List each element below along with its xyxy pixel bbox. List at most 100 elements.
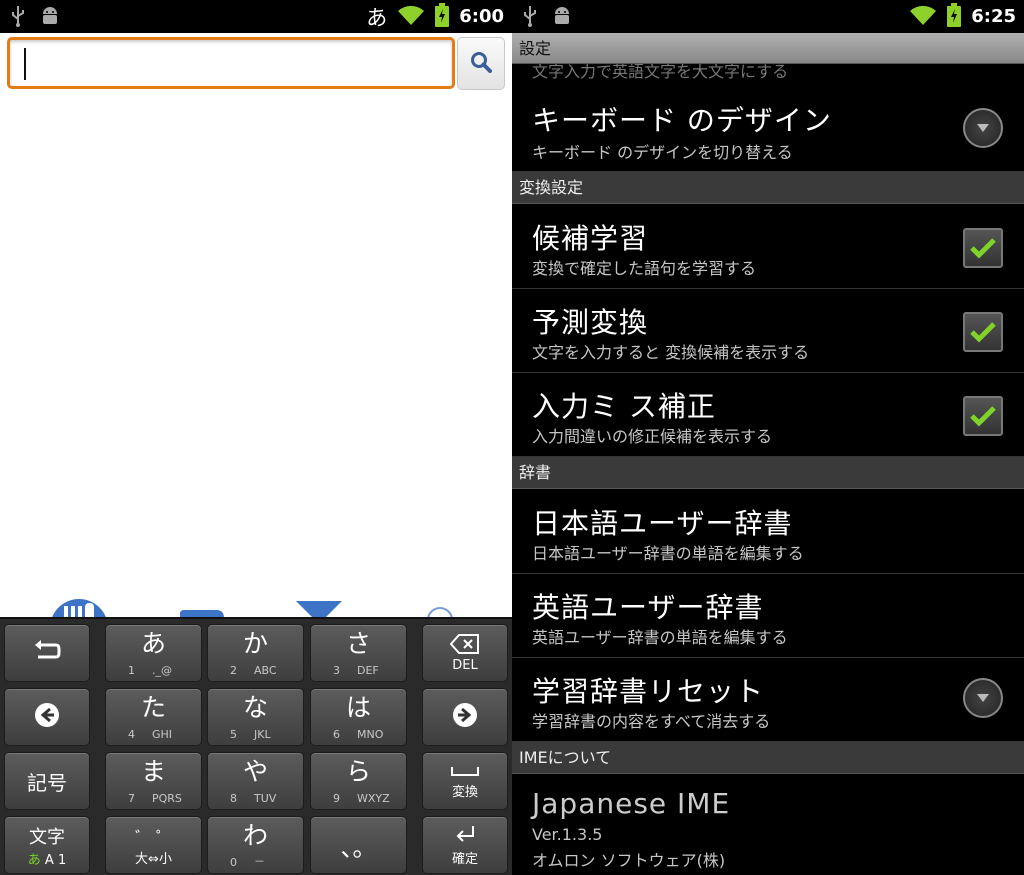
mode-key[interactable]: 文字 あ A 1 bbox=[4, 816, 90, 874]
ime-keyboard: あ 1 ._@ か 2 ABC さ 3 DEF DEL た 4 GHI な 5 … bbox=[0, 617, 512, 875]
pref-typo-correction[interactable]: 入力ミ ス補正 入力間違いの修正候補を表示する bbox=[512, 373, 1024, 457]
battery-icon bbox=[435, 2, 450, 31]
pref-summary: キーボード のデザインを切り替える bbox=[532, 143, 793, 162]
pref-candidate-learning[interactable]: 候補学習 変換で確定した語句を学習する bbox=[512, 205, 1024, 289]
pref-title: 予測変換 bbox=[532, 306, 649, 339]
key-sub-label: DEF bbox=[357, 664, 379, 677]
punct-key[interactable]: 、。 bbox=[310, 816, 407, 874]
pref-title: 入力ミ ス補正 bbox=[532, 390, 716, 423]
space-icon bbox=[450, 762, 480, 781]
status-bar: あ 6:00 bbox=[0, 0, 512, 33]
key-num-label: 4 bbox=[128, 728, 135, 741]
pref-keyboard-design[interactable]: キーボード のデザイン キーボード のデザインを切り替える bbox=[512, 87, 1024, 172]
pref-japanese-user-dictionary[interactable]: 日本語ユーザー辞書 日本語ユーザー辞書の単語を編集する bbox=[512, 490, 1024, 574]
symbol-key[interactable]: 記号 bbox=[4, 752, 90, 810]
undo-key[interactable] bbox=[4, 624, 90, 682]
checkbox-checked[interactable] bbox=[963, 312, 1003, 352]
right-arrow-key[interactable] bbox=[422, 688, 508, 746]
pref-english-user-dictionary[interactable]: 英語ユーザー辞書 英語ユーザー辞書の単語を編集する bbox=[512, 574, 1024, 658]
wifi-icon bbox=[397, 4, 425, 30]
usb-icon bbox=[522, 5, 538, 31]
search-icon bbox=[470, 51, 492, 77]
key-main-label: わ bbox=[242, 821, 268, 850]
ime-indicator: あ bbox=[366, 5, 388, 30]
key-main-label: ゛ ゜ bbox=[134, 827, 173, 847]
left-screen: あ 6:00 あ 1 ._@ か 2 ABC さ 3 DEF DEL た 4 G… bbox=[0, 0, 512, 875]
key-num-label: 5 bbox=[230, 728, 237, 741]
key-label: 変換 bbox=[451, 785, 478, 800]
key-main-label: た bbox=[140, 693, 166, 722]
key-num-label: 6 bbox=[333, 728, 340, 741]
search-button[interactable] bbox=[457, 37, 505, 90]
pref-summary: 入力間違いの修正候補を表示する bbox=[532, 427, 773, 446]
key-ka[interactable]: か 2 ABC bbox=[207, 624, 304, 682]
key-sa[interactable]: さ 3 DEF bbox=[310, 624, 407, 682]
key-ta[interactable]: た 4 GHI bbox=[105, 688, 202, 746]
android-debug-icon bbox=[552, 6, 572, 30]
key-sub-label: GHI bbox=[152, 728, 173, 741]
pref-title: 英語ユーザー辞書 bbox=[532, 591, 764, 624]
key-sub-label: ._@ bbox=[152, 664, 172, 677]
category-about-ime: IMEについて bbox=[512, 742, 1024, 774]
key-main-label: な bbox=[242, 693, 268, 722]
pref-about-ime[interactable]: Japanese IME Ver.1.3.5 オムロン ソフトウェア(株) bbox=[512, 775, 1024, 875]
key-ra[interactable]: ら 9 WXYZ bbox=[310, 752, 407, 810]
search-input[interactable] bbox=[7, 37, 455, 89]
key-main-label: か bbox=[242, 629, 268, 658]
key-main-label: ま bbox=[140, 757, 166, 786]
key-num-label: 7 bbox=[128, 792, 135, 805]
key-num-label: 3 bbox=[333, 664, 340, 677]
pref-title: 学習辞書リセット bbox=[532, 675, 765, 708]
dakuten-key[interactable]: ゛ ゜ 大⇔小 bbox=[105, 816, 202, 874]
key-sub-label: MNO bbox=[357, 728, 384, 741]
key-na[interactable]: な 5 JKL bbox=[207, 688, 304, 746]
key-num-label: 0 bbox=[230, 856, 237, 869]
key-label: 記号 bbox=[27, 770, 67, 795]
pref-title: 候補学習 bbox=[532, 222, 649, 255]
clock: 6:25 bbox=[971, 6, 1016, 27]
dropdown-icon[interactable] bbox=[963, 678, 1003, 718]
key-wa[interactable]: わ 0 － bbox=[207, 816, 304, 874]
undo-icon bbox=[32, 639, 62, 667]
dropdown-icon[interactable] bbox=[963, 108, 1003, 148]
arrow-right-icon bbox=[452, 702, 478, 732]
usb-icon bbox=[10, 5, 26, 31]
settings-header: 設定 bbox=[512, 33, 1024, 64]
pref-title: 日本語ユーザー辞書 bbox=[532, 507, 793, 540]
pref-prediction[interactable]: 予測変換 文字を入力すると 変換候補を表示する bbox=[512, 289, 1024, 373]
battery-icon bbox=[947, 2, 962, 31]
key-num-label: 2 bbox=[230, 664, 237, 677]
convert-key[interactable]: 変換 bbox=[422, 752, 508, 810]
key-sub-label: PQRS bbox=[152, 792, 182, 805]
pref-summary: 日本語ユーザー辞書の単語を編集する bbox=[532, 544, 804, 563]
key-label: DEL bbox=[452, 657, 478, 673]
pref-summary: Ver.1.3.5 bbox=[532, 825, 603, 844]
del-key[interactable]: DEL bbox=[422, 624, 508, 682]
clock: 6:00 bbox=[459, 6, 504, 27]
backspace-icon bbox=[449, 633, 480, 658]
checkbox-checked[interactable] bbox=[963, 396, 1003, 436]
key-main-label: 、。 bbox=[340, 833, 377, 862]
pref-reset-learning-dictionary[interactable]: 学習辞書リセット 学習辞書の内容をすべて消去する bbox=[512, 658, 1024, 742]
pref-summary: 変換で確定した語句を学習する bbox=[532, 259, 757, 278]
key-ma[interactable]: ま 7 PQRS bbox=[105, 752, 202, 810]
android-debug-icon bbox=[40, 6, 60, 30]
left-arrow-key[interactable] bbox=[4, 688, 90, 746]
wifi-icon bbox=[909, 4, 937, 30]
arrow-left-icon bbox=[34, 702, 60, 732]
key-ha[interactable]: は 6 MNO bbox=[310, 688, 407, 746]
checkbox-checked[interactable] bbox=[963, 228, 1003, 268]
key-ya[interactable]: や 8 TUV bbox=[207, 752, 304, 810]
right-screen: 6:25 文字入力で英語文字を大文字にする 設定 キーボード のデザイン キーボ… bbox=[512, 0, 1024, 875]
key-main-label: や bbox=[242, 757, 268, 786]
key-label: 文字 bbox=[29, 826, 65, 848]
key-sub-label: － bbox=[254, 855, 265, 868]
key-main-label: あ bbox=[140, 629, 166, 658]
enter-key[interactable]: 確定 bbox=[422, 816, 508, 874]
key-sub-label: TUV bbox=[254, 792, 277, 805]
key-sub-label: WXYZ bbox=[357, 792, 390, 805]
key-num-label: 1 bbox=[128, 664, 135, 677]
key-label: 大⇔小 bbox=[135, 851, 172, 867]
key-a[interactable]: あ 1 ._@ bbox=[105, 624, 202, 682]
mode-active-label: あ bbox=[27, 852, 41, 868]
